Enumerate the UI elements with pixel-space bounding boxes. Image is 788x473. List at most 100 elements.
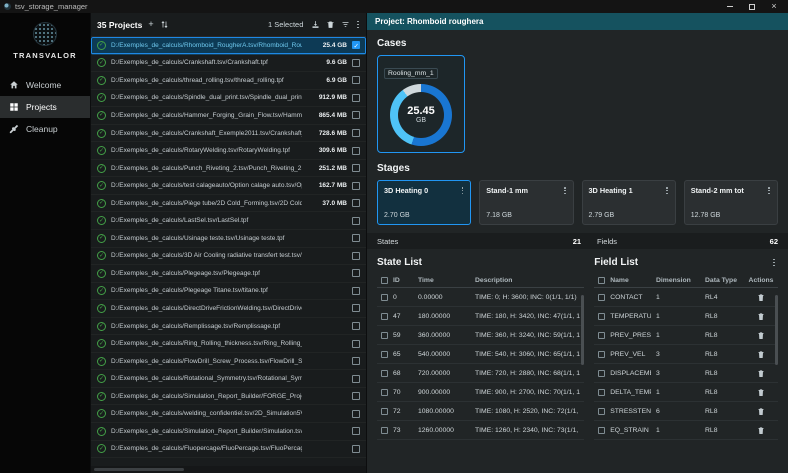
project-row[interactable]: ✓ D:/Exemples_de_calculs/thread_rolling.… <box>91 72 366 90</box>
select-all-states-checkbox[interactable] <box>381 277 388 284</box>
field-row[interactable]: EQ_STRAIN 1 RL8 <box>594 421 778 440</box>
maximize-button[interactable] <box>746 1 758 12</box>
project-row[interactable]: ✓ D:/Exemples_de_calculs/welding_confide… <box>91 405 366 423</box>
state-checkbox[interactable] <box>381 388 388 396</box>
project-checkbox[interactable] <box>352 41 360 50</box>
delete-field-icon[interactable] <box>757 350 765 359</box>
field-checkbox[interactable] <box>598 407 606 415</box>
field-checkbox[interactable] <box>598 331 606 339</box>
state-row[interactable]: 59 360.00000 TIME: 360, H: 3240, INC: 59… <box>377 326 585 345</box>
sidebar-item-projects[interactable]: Projects <box>0 96 90 118</box>
project-row[interactable]: ✓ D:/Exemples_de_calculs/Plegeage.tsv/Pl… <box>91 265 366 283</box>
project-row[interactable]: ✓ D:/Exemples_de_calculs/Simulation_Repo… <box>91 388 366 406</box>
project-row[interactable]: ✓ D:/Exemples_de_calculs/RotaryWelding.t… <box>91 142 366 160</box>
project-checkbox[interactable] <box>352 76 360 85</box>
project-checkbox[interactable] <box>352 129 360 137</box>
project-checkbox[interactable] <box>352 427 360 436</box>
minimize-button[interactable] <box>724 1 736 12</box>
state-row[interactable]: 0 0.00000 TIME: 0; H: 3600; INC: 0(1/1, … <box>377 288 585 307</box>
delete-field-icon[interactable] <box>757 388 765 397</box>
project-checkbox[interactable] <box>352 392 360 401</box>
project-row[interactable]: ✓ D:/Exemples_de_calculs/Piège tube/2D C… <box>91 195 366 213</box>
stage-more-icon[interactable] <box>461 186 465 195</box>
project-checkbox[interactable] <box>352 409 360 418</box>
field-checkbox[interactable] <box>598 426 606 434</box>
state-checkbox[interactable] <box>381 350 388 358</box>
project-row[interactable]: ✓ D:/Exemples_de_calculs/test calageauto… <box>91 177 366 195</box>
field-checkbox[interactable] <box>598 350 606 358</box>
project-checkbox[interactable] <box>352 199 360 208</box>
field-checkbox[interactable] <box>598 312 606 320</box>
project-row[interactable]: ✓ D:/Exemples_de_calculs/Fluopercage/Flu… <box>91 441 366 459</box>
project-checkbox[interactable] <box>352 234 360 243</box>
project-row[interactable]: ✓ D:/Exemples_de_calculs/LastSel.tsv/Las… <box>91 212 366 230</box>
project-checkbox[interactable] <box>352 357 360 366</box>
add-project-button[interactable]: + <box>148 20 153 29</box>
project-row[interactable]: ✓ D:/Exemples_de_calculs/Rhomboid_Roughe… <box>91 37 366 55</box>
project-row[interactable]: ✓ D:/Exemples_de_calculs/Punch_Riveting_… <box>91 160 366 178</box>
project-row[interactable]: ✓ D:/Exemples_de_calculs/Ring_Rolling_th… <box>91 335 366 353</box>
project-row[interactable]: ✓ D:/Exemples_de_calculs/Crankshaft_Exem… <box>91 125 366 143</box>
project-checkbox[interactable] <box>352 93 360 102</box>
delete-field-icon[interactable] <box>757 426 765 435</box>
project-checkbox[interactable] <box>352 251 360 260</box>
project-row[interactable]: ✓ D:/Exemples_de_calculs/FlowDrill_Screw… <box>91 353 366 371</box>
sidebar-item-welcome[interactable]: Welcome <box>0 74 90 96</box>
state-row[interactable]: 65 540.00000 TIME: 540, H: 3060, INC: 65… <box>377 345 585 364</box>
project-checkbox[interactable] <box>352 286 360 295</box>
project-checkbox[interactable] <box>352 444 360 453</box>
stage-more-icon[interactable] <box>563 186 567 195</box>
project-checkbox[interactable] <box>352 216 360 225</box>
project-checkbox[interactable] <box>352 111 360 120</box>
project-checkbox[interactable] <box>352 164 360 173</box>
filter-list-icon[interactable] <box>341 20 350 29</box>
stage-more-icon[interactable] <box>665 186 669 195</box>
stage-card[interactable]: Stand-1 mm 7.18 GB <box>479 180 574 225</box>
sort-arrows-icon[interactable] <box>160 20 169 29</box>
project-checkbox[interactable] <box>352 374 360 383</box>
horizontal-scrollbar[interactable] <box>91 466 366 473</box>
project-row[interactable]: ✓ D:/Exemples_de_calculs/Hammer_Forging_… <box>91 107 366 125</box>
field-row[interactable]: DELTA_TEMP 1 RL8 <box>594 383 778 402</box>
project-checkbox[interactable] <box>352 181 360 190</box>
sidebar-item-cleanup[interactable]: Cleanup <box>0 118 90 140</box>
case-card[interactable]: Rooling_mm_1 25.45 GB <box>377 55 465 153</box>
field-list-scrollbar[interactable] <box>775 295 778 365</box>
delete-field-icon[interactable] <box>757 331 765 340</box>
field-checkbox[interactable] <box>598 388 606 396</box>
stage-card[interactable]: 3D Heating 1 2.79 GB <box>581 180 676 225</box>
field-row[interactable]: PREV_VEL 3 RL8 <box>594 345 778 364</box>
state-checkbox[interactable] <box>381 369 388 377</box>
project-row[interactable]: ✓ D:/Exemples_de_calculs/3D Air Cooling … <box>91 248 366 266</box>
project-row[interactable]: ✓ D:/Exemples_de_calculs/Simulation_Repo… <box>91 423 366 441</box>
stage-card[interactable]: Stand-2 mm tot 12.78 GB <box>683 180 778 225</box>
delete-field-icon[interactable] <box>757 312 765 321</box>
export-icon[interactable] <box>311 20 320 29</box>
stage-more-icon[interactable] <box>767 186 771 195</box>
project-row[interactable]: ✓ D:/Exemples_de_calculs/Spindle_dual_pr… <box>91 90 366 108</box>
state-checkbox[interactable] <box>381 312 388 320</box>
state-checkbox[interactable] <box>381 331 388 339</box>
field-row[interactable]: PREV_PRESS 1 RL8 <box>594 326 778 345</box>
delete-field-icon[interactable] <box>757 407 765 416</box>
state-checkbox[interactable] <box>381 407 388 415</box>
close-button[interactable]: × <box>768 1 780 12</box>
project-row[interactable]: ✓ D:/Exemples_de_calculs/Rotational_Symm… <box>91 370 366 388</box>
project-row[interactable]: ✓ D:/Exemples_de_calculs/Remplissage.tsv… <box>91 318 366 336</box>
state-list-scrollbar[interactable] <box>581 295 585 365</box>
state-row[interactable]: 68 720.00000 TIME: 720, H: 2880, INC: 68… <box>377 364 585 383</box>
project-checkbox[interactable] <box>352 322 360 331</box>
project-row[interactable]: ✓ D:/Exemples_de_calculs/Usinage teste.t… <box>91 230 366 248</box>
delete-field-icon[interactable] <box>757 369 765 378</box>
state-row[interactable]: 47 180.00000 TIME: 180, H: 3420, INC: 47… <box>377 307 585 326</box>
project-row[interactable]: ✓ D:/Exemples_de_calculs/Plegeage Titane… <box>91 283 366 301</box>
project-row[interactable]: ✓ D:/Exemples_de_calculs/Crankshaft.tsv/… <box>91 55 366 73</box>
state-checkbox[interactable] <box>381 293 388 301</box>
project-row[interactable]: ✓ D:/Exemples_de_calculs/DirectDriveFric… <box>91 300 366 318</box>
scrollbar-thumb[interactable] <box>94 468 184 471</box>
delete-field-icon[interactable] <box>757 293 765 302</box>
state-checkbox[interactable] <box>381 426 388 434</box>
select-all-fields-checkbox[interactable] <box>598 277 606 284</box>
field-row[interactable]: TEMPERATURE 1 RL8 <box>594 307 778 326</box>
field-row[interactable]: STRESSTENSOR 6 RL8 <box>594 402 778 421</box>
